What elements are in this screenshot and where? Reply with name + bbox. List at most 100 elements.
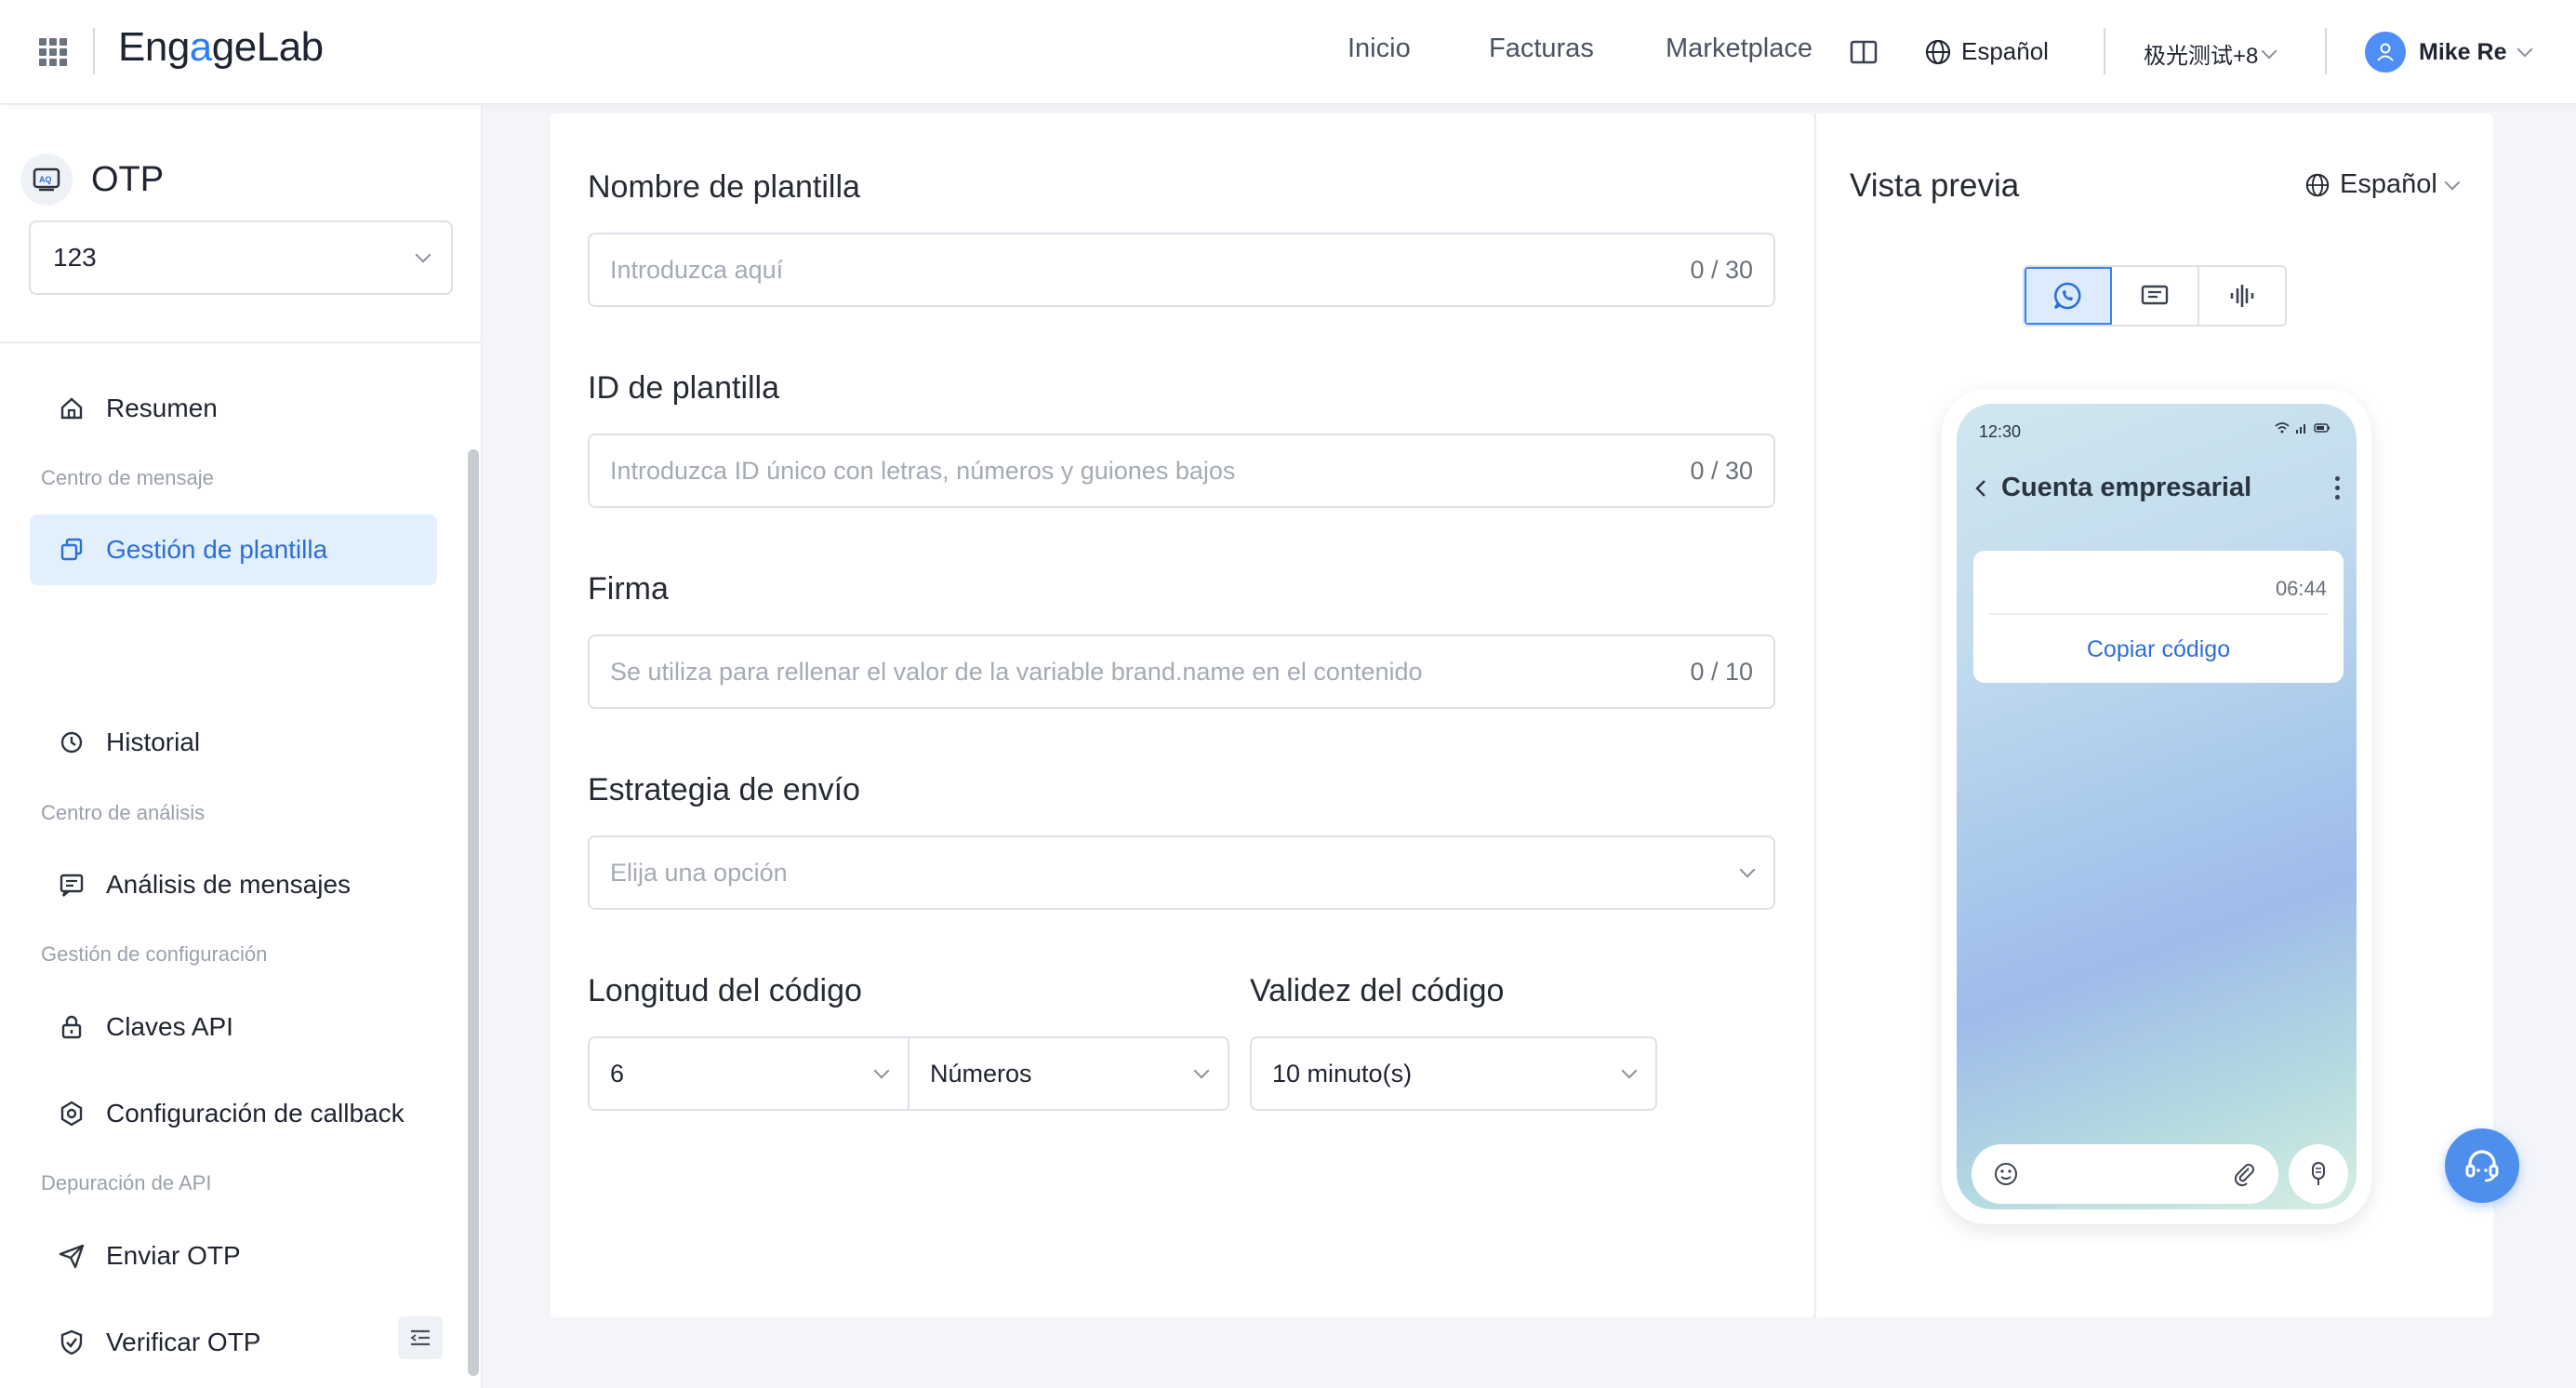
chevron-down-icon <box>1193 1062 1210 1079</box>
longitud-select[interactable]: 6 <box>588 1036 910 1111</box>
language-switcher[interactable]: Español <box>1924 37 2049 66</box>
nombre-input[interactable]: Introduzca aquí 0 / 30 <box>588 233 1775 307</box>
account-label: 极光测试+8 <box>2144 44 2259 69</box>
firma-input[interactable]: Se utiliza para rellenar el valor de la … <box>588 634 1775 709</box>
id-char-count: 0 / 30 <box>1690 456 1753 485</box>
sidebar-item-label: Historial <box>106 727 201 756</box>
chat-header: Cuenta empresarial <box>1973 473 2251 503</box>
lock-icon <box>61 1015 82 1039</box>
sidebar-item-label: Enviar OTP <box>106 1241 241 1270</box>
field-label-firma: Firma <box>588 571 669 607</box>
sidebar-divider <box>0 341 482 343</box>
menu-group-mensaje: Centro de mensaje <box>41 466 214 489</box>
longitud-value: 6 <box>610 1059 625 1088</box>
user-icon <box>2377 43 2394 61</box>
menu-group-analisis: Centro de análisis <box>41 801 206 824</box>
book-icon[interactable] <box>1850 39 1878 65</box>
emoji-icon[interactable] <box>1992 1160 2020 1188</box>
chevron-down-icon <box>1739 861 1756 878</box>
preview-panel: Vista previa Español 12:30 Cuenta empres… <box>1814 113 2493 1317</box>
chevron-down-icon <box>873 1062 890 1079</box>
sidebar-item-callback[interactable]: Configuración de callback <box>30 1078 437 1149</box>
header-divider <box>93 28 95 74</box>
sidebar-item-label: Configuración de callback <box>106 1099 405 1128</box>
sidebar-item-label: Claves API <box>106 1012 233 1041</box>
account-switcher[interactable]: 极光测试+8 <box>2144 37 2277 70</box>
channel-tabs <box>2023 265 2287 327</box>
estrategia-placeholder: Elija una opción <box>610 858 788 887</box>
microphone-button[interactable] <box>2289 1144 2348 1204</box>
sidebar-item-verificar-otp[interactable]: Verificar OTP <box>30 1307 437 1378</box>
id-input[interactable]: Introduzca ID único con letras, números … <box>588 434 1775 508</box>
firma-char-count: 0 / 10 <box>1690 657 1753 686</box>
chat-input-bar[interactable] <box>1972 1144 2278 1204</box>
sidebar-item-gestion-plantilla[interactable]: Gestión de plantilla <box>30 514 437 585</box>
product-name: OTP <box>91 159 165 199</box>
engagelab-logo[interactable]: EngageLab <box>118 24 324 71</box>
microphone-icon <box>2312 1162 2325 1185</box>
sidebar: AQ OTP 123 Resumen Centro de mensaje Ges… <box>0 105 482 1388</box>
estrategia-select[interactable]: Elija una opción <box>588 835 1775 910</box>
id-placeholder: Introduzca ID único con letras, números … <box>610 456 1236 485</box>
sms-icon <box>2141 285 2169 305</box>
preview-language-label: Español <box>2340 169 2437 199</box>
globe-icon <box>2305 173 2330 196</box>
status-time: 12:30 <box>1979 422 2022 441</box>
sidebar-item-analisis[interactable]: Análisis de mensajes <box>30 849 437 920</box>
nav-facturas[interactable]: Facturas <box>1489 33 1594 64</box>
shield-check-icon <box>60 1329 83 1355</box>
validez-select[interactable]: 10 minuto(s) <box>1250 1036 1657 1111</box>
wifi-icon <box>2275 422 2290 434</box>
header-separator <box>2325 28 2327 74</box>
user-menu[interactable]: Mike Re <box>2365 32 2533 73</box>
sidebar-scrollbar[interactable] <box>468 449 479 1376</box>
validez-value: 10 minuto(s) <box>1272 1059 1413 1088</box>
nombre-char-count: 0 / 30 <box>1690 255 1753 284</box>
header-separator <box>2104 28 2105 74</box>
field-label-validez: Validez del código <box>1250 973 1505 1008</box>
preview-language-select[interactable]: Español <box>2304 169 2461 200</box>
menu-group-api: Depuración de API <box>41 1171 212 1194</box>
headset-icon <box>2465 1150 2499 1182</box>
avatar <box>2365 32 2406 73</box>
tab-whatsapp[interactable] <box>2025 267 2112 325</box>
sidebar-item-claves-api[interactable]: Claves API <box>30 992 437 1062</box>
collapse-sidebar-button[interactable] <box>398 1316 443 1359</box>
preview-title: Vista previa <box>1850 167 2020 204</box>
bubble-divider <box>1988 613 2329 615</box>
customer-support-button[interactable] <box>2445 1128 2519 1203</box>
sidebar-item-label: Verificar OTP <box>106 1328 261 1356</box>
home-icon <box>60 397 83 420</box>
copy-icon <box>60 538 83 561</box>
history-icon <box>60 731 83 754</box>
apps-grid-icon[interactable] <box>39 38 67 66</box>
voice-wave-icon <box>2230 285 2254 307</box>
attachment-icon[interactable] <box>2230 1160 2258 1188</box>
settings-icon <box>60 1101 83 1127</box>
tab-voice[interactable] <box>2199 267 2285 325</box>
chevron-down-icon <box>2261 43 2277 59</box>
code-type-select[interactable]: Números <box>908 1036 1229 1111</box>
sidebar-item-resumen[interactable]: Resumen <box>30 373 437 444</box>
chevron-down-icon <box>415 247 432 263</box>
sidebar-item-enviar-otp[interactable]: Enviar OTP <box>30 1221 437 1291</box>
collapse-menu-icon <box>410 1329 430 1346</box>
nombre-placeholder: Introduzca aquí <box>610 255 784 284</box>
nav-inicio[interactable]: Inicio <box>1348 33 1411 64</box>
copy-code-button[interactable]: Copiar código <box>1973 636 2344 663</box>
field-label-longitud: Longitud del código <box>588 973 862 1008</box>
tab-sms[interactable] <box>2112 267 2199 325</box>
app-select[interactable]: 123 <box>29 220 453 295</box>
send-icon <box>59 1244 85 1269</box>
status-icons <box>2275 422 2330 434</box>
more-options-icon[interactable] <box>2335 476 2340 500</box>
sidebar-item-historial[interactable]: Historial <box>30 707 437 778</box>
chevron-down-icon <box>2516 41 2533 58</box>
phone-mockup: 12:30 Cuenta empresarial 06:44 Copiar có… <box>1942 389 2371 1224</box>
chevron-down-icon <box>2444 174 2461 190</box>
template-form: Nombre de plantilla Introduzca aquí 0 / … <box>551 113 1814 1317</box>
chevron-down-icon <box>1621 1062 1638 1079</box>
back-arrow-icon[interactable] <box>1973 477 1988 500</box>
message-bubble: 06:44 Copiar código <box>1973 551 2344 683</box>
nav-marketplace[interactable]: Marketplace <box>1666 33 1812 64</box>
